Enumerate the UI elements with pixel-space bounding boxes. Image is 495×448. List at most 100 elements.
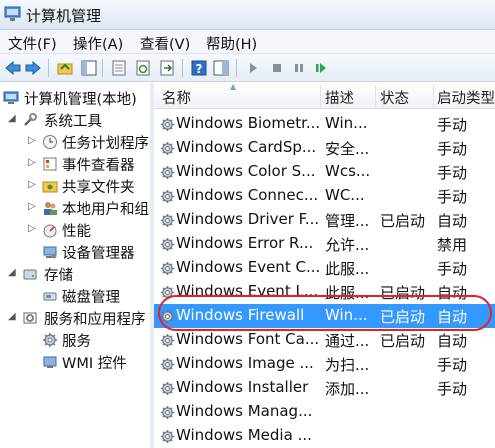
service-name: Windows Image ...: [176, 354, 314, 372]
service-gear-icon: [160, 357, 175, 372]
service-gear-icon: [160, 285, 175, 300]
column-header-name[interactable]: 名称: [162, 87, 191, 108]
users-icon: [44, 202, 57, 215]
wmi-icon: [43, 356, 57, 368]
services-apps-icon: [23, 312, 37, 324]
menu-help[interactable]: 帮助(H): [206, 33, 257, 54]
service-startup-type: 手动: [437, 260, 468, 278]
service-status: 已启动: [380, 284, 426, 302]
forward-icon[interactable]: [24, 59, 42, 77]
service-description: 添加...: [325, 380, 370, 398]
service-description: 通过...: [325, 332, 370, 350]
service-gear-icon: [160, 381, 175, 396]
play-icon[interactable]: [244, 59, 262, 77]
service-name: Windows Media ...: [176, 426, 312, 444]
table-row[interactable]: Windows Firewall Win... 已启动 自动: [154, 304, 495, 328]
collapse-arrow-icon[interactable]: ◢: [8, 267, 16, 278]
export-icon[interactable]: [158, 59, 176, 77]
service-name: Windows Manag...: [176, 402, 313, 420]
up-folder-icon[interactable]: [56, 59, 74, 77]
table-row[interactable]: Windows Connec... WC... 手动: [154, 184, 495, 208]
expand-arrow-icon[interactable]: ▷: [28, 157, 36, 168]
table-row[interactable]: Windows Installer 添加... 手动: [154, 376, 495, 400]
column-header-status[interactable]: 状态: [380, 87, 409, 108]
column-header-description[interactable]: 描述: [325, 87, 354, 108]
expand-arrow-icon[interactable]: ▷: [28, 223, 36, 234]
expand-arrow-icon[interactable]: ▷: [28, 179, 36, 190]
shared-folder-icon: [42, 181, 58, 193]
service-gear-icon: [160, 141, 175, 156]
services-icon: [43, 333, 57, 347]
show-hide-tree-icon[interactable]: [80, 59, 98, 77]
help-icon[interactable]: ?: [190, 59, 208, 77]
service-description: WC...: [325, 186, 365, 204]
disk-icon: [43, 292, 57, 301]
menu-bar: 文件(F) 操作(A) 查看(V) 帮助(H): [0, 30, 495, 54]
service-startup-type: 手动: [437, 164, 468, 182]
restart-icon[interactable]: [312, 59, 330, 77]
properties-icon[interactable]: [110, 59, 128, 77]
expand-arrow-icon[interactable]: ▷: [28, 135, 36, 146]
service-startup-type: 自动: [437, 308, 468, 326]
title-bar: 计算机管理: [0, 0, 495, 30]
service-gear-icon: [160, 261, 175, 276]
table-row[interactable]: Windows Event L... 此服... 已启动 自动: [154, 280, 495, 304]
service-startup-type: 手动: [437, 140, 468, 158]
service-gear-icon: [160, 213, 175, 228]
service-name: Windows Font Ca...: [176, 330, 320, 348]
table-row[interactable]: Windows Manag...: [154, 400, 495, 424]
service-name: Windows Biometr...: [176, 114, 321, 132]
service-name: Windows Connec...: [176, 186, 319, 204]
table-row[interactable]: Windows Image ... 为扫... 手动: [154, 352, 495, 376]
sort-ascending-icon: ▲: [230, 82, 237, 91]
service-startup-type: 手动: [437, 188, 468, 206]
back-icon[interactable]: [4, 59, 22, 77]
table-row[interactable]: Windows Event C... 此服... 手动: [154, 256, 495, 280]
clock-icon: [43, 135, 57, 149]
service-name: Windows Event L...: [176, 282, 319, 300]
table-row[interactable]: Windows Font Ca... 通过... 已启动 自动: [154, 328, 495, 352]
table-row[interactable]: Windows Error R... 允许... 禁用: [154, 232, 495, 256]
computer-icon: [3, 91, 19, 104]
service-status: 已启动: [380, 332, 426, 350]
service-gear-icon: [160, 333, 175, 348]
service-name: Windows Event C...: [176, 258, 321, 276]
pause-icon[interactable]: [290, 59, 308, 77]
menu-file[interactable]: 文件(F): [8, 33, 57, 54]
service-name: Windows Firewall: [176, 306, 305, 324]
performance-icon: [43, 224, 57, 238]
service-gear-icon: [160, 429, 175, 444]
service-gear-icon: [160, 405, 175, 420]
stop-icon[interactable]: [268, 59, 286, 77]
view-icon[interactable]: [212, 59, 230, 77]
refresh-icon[interactable]: [134, 59, 152, 77]
service-description: Wcs...: [325, 162, 371, 180]
table-row[interactable]: Windows Media ...: [154, 424, 495, 448]
service-name: Windows Color S...: [176, 162, 316, 180]
menu-view[interactable]: 查看(V): [140, 33, 190, 54]
service-gear-icon: [160, 165, 175, 180]
event-viewer-icon: [43, 157, 57, 171]
collapse-arrow-icon[interactable]: ◢: [8, 113, 16, 124]
service-startup-type: 禁用: [437, 236, 468, 254]
table-row[interactable]: Windows CardSp... 安全... 手动: [154, 136, 495, 160]
list-header: ▲ 名称 描述 状态 启动类型: [154, 82, 495, 109]
expand-arrow-icon[interactable]: ▷: [28, 201, 36, 212]
window-title: 计算机管理: [26, 7, 102, 25]
service-gear-icon: [160, 189, 175, 204]
service-startup-type: 自动: [437, 212, 468, 230]
menu-action[interactable]: 操作(A): [73, 33, 123, 54]
table-row[interactable]: Windows Biometr... Win... 手动: [154, 112, 495, 136]
table-row[interactable]: Windows Driver F... 管理... 已启动 自动: [154, 208, 495, 232]
service-gear-icon: [160, 117, 175, 132]
service-name: Windows Driver F...: [176, 210, 320, 228]
collapse-arrow-icon[interactable]: ◢: [8, 311, 16, 322]
service-startup-type: 手动: [437, 380, 468, 398]
service-description: 允许...: [325, 236, 370, 254]
service-status: 已启动: [380, 308, 426, 326]
service-name: Windows Error R...: [176, 234, 314, 252]
service-description: Win...: [325, 114, 368, 132]
column-header-startup-type[interactable]: 启动类型: [437, 87, 495, 108]
table-row[interactable]: Windows Color S... Wcs... 手动: [154, 160, 495, 184]
computer-management-icon: [4, 6, 21, 21]
